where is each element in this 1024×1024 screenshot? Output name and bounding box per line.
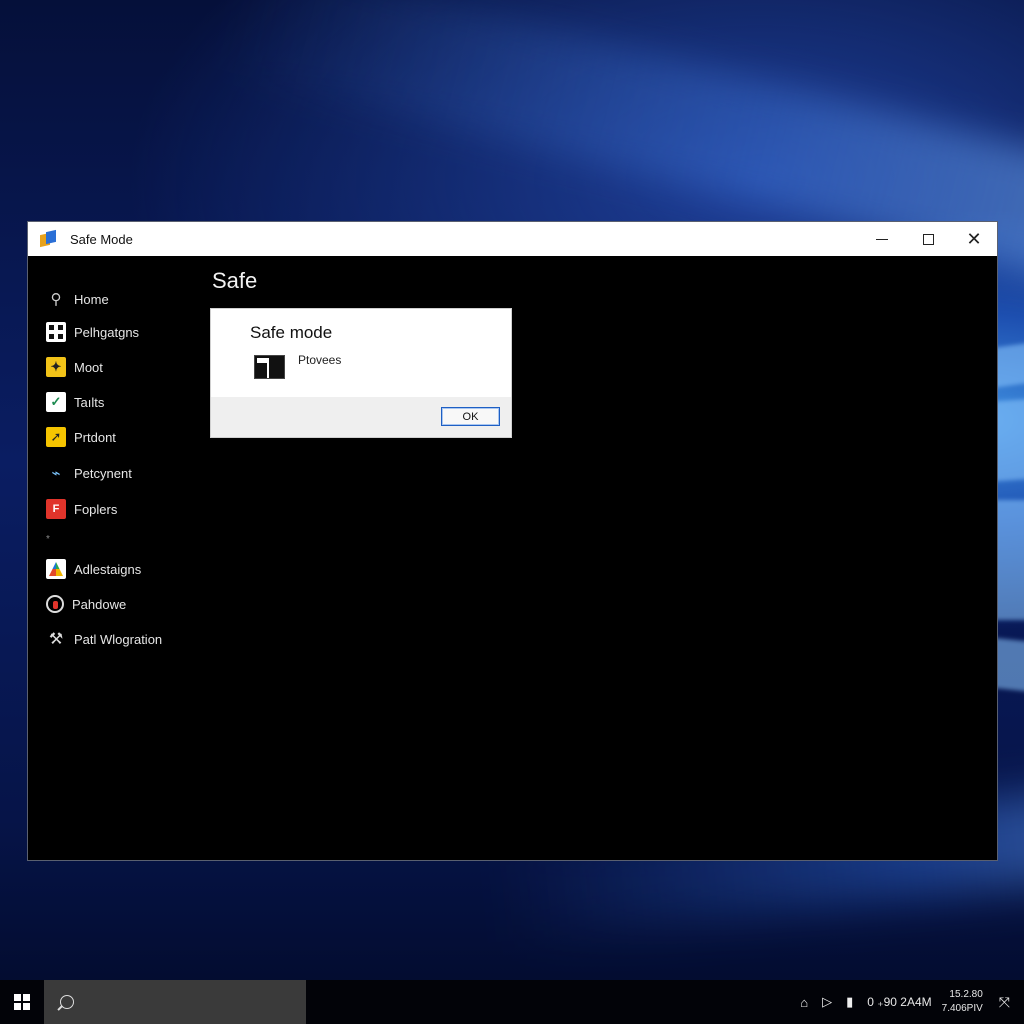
search-icon xyxy=(60,995,74,1009)
sidebar-item-4[interactable]: ➚ Prtdont xyxy=(46,426,116,448)
dialog-title: Safe mode xyxy=(250,323,333,342)
dialog-footer: OK xyxy=(211,397,511,437)
flag-icon[interactable]: ▷ xyxy=(822,994,832,1010)
network-icon[interactable]: ⌂ xyxy=(800,995,808,1010)
ok-button[interactable]: OK xyxy=(441,407,500,426)
safe-mode-dialog: Safe mode Ptovees OK xyxy=(210,308,512,438)
sidebar-divider: * xyxy=(46,534,50,545)
sidebar-item-home[interactable]: ⚲ Home xyxy=(46,288,109,310)
sidebar-item-1[interactable]: Pelhgatgns xyxy=(46,321,139,343)
sidebar-item-label: Adlestaigns xyxy=(74,561,142,577)
sidebar-item-6[interactable]: F Foplers xyxy=(46,498,117,520)
window-icon xyxy=(254,355,285,379)
sidebar-item-label: Patl Wlogration xyxy=(74,631,163,647)
clock-line-1: 15.2.80 xyxy=(949,989,983,1000)
sidebar-item-label: Home xyxy=(74,291,109,307)
clock[interactable]: 15.2.80 7.406PIV xyxy=(942,988,983,1016)
maximize-icon xyxy=(922,233,934,245)
app-icon xyxy=(40,229,56,248)
battery-icon[interactable]: ▮ xyxy=(846,994,853,1010)
sidebar-item-label: Prtdont xyxy=(74,429,116,445)
window-title: Safe Mode xyxy=(70,231,133,247)
clock-line-2: 7.406PIV xyxy=(941,1003,983,1014)
tray-time: 0 ₊90 2A4M xyxy=(867,995,932,1009)
notification-icon[interactable]: ⤧ xyxy=(999,994,1010,1011)
sidebar-item-9[interactable]: ⚒ Patl Wlogration xyxy=(46,628,162,650)
start-button[interactable] xyxy=(0,980,44,1024)
device-icon: ⌁ xyxy=(51,465,61,482)
sidebar-item-label: Moot xyxy=(74,359,103,375)
yellow-arrow-icon: ➚ xyxy=(46,427,66,447)
system-tray: ⌂ ▷ ▮ 0 ₊90 2A4M 15.2.80 7.406PIV ⤧ xyxy=(800,980,1024,1024)
sidebar-item-label: Pahdowe xyxy=(72,596,127,612)
grid-icon xyxy=(46,322,66,342)
sidebar-item-2[interactable]: ✦ Moot xyxy=(46,356,103,378)
red-app-icon: F xyxy=(46,499,66,519)
page-title: Safe xyxy=(212,268,258,293)
minimize-button[interactable] xyxy=(859,222,905,256)
sidebar-item-label: Pelhgatgns xyxy=(74,324,140,340)
multicolor-icon xyxy=(46,559,66,579)
sidebar-item-label: Foplers xyxy=(74,501,118,517)
safe-mode-window: Safe Mode ✕ ⚲ Home Pelhgatgns ✦ Moot ✓ T… xyxy=(27,221,998,861)
taskbar-search[interactable] xyxy=(44,980,306,1024)
close-button[interactable]: ✕ xyxy=(951,222,997,256)
circle-icon xyxy=(46,595,64,613)
sidebar-item-label: Taılts xyxy=(74,394,105,410)
title-bar[interactable]: Safe Mode ✕ xyxy=(28,222,997,256)
window-controls: ✕ xyxy=(859,222,997,256)
check-app-icon: ✓ xyxy=(46,392,66,412)
sidebar-item-3[interactable]: ✓ Taılts xyxy=(46,391,104,413)
taskbar: ⌂ ▷ ▮ 0 ₊90 2A4M 15.2.80 7.406PIV ⤧ xyxy=(0,980,1024,1024)
dialog-message: Ptovees xyxy=(298,353,342,367)
sidebar-item-7[interactable]: Adlestaigns xyxy=(46,558,141,580)
windows-logo-icon xyxy=(14,994,30,1010)
close-icon: ✕ xyxy=(966,229,982,249)
maximize-button[interactable] xyxy=(905,222,951,256)
sidebar-item-8[interactable]: Pahdowe xyxy=(46,593,126,615)
tools-icon: ⚒ xyxy=(48,631,64,648)
yellow-app-icon: ✦ xyxy=(46,357,66,377)
home-icon: ⚲ xyxy=(50,291,62,308)
minimize-icon xyxy=(876,238,888,240)
sidebar-item-5[interactable]: ⌁ Petcynent xyxy=(46,462,132,484)
sidebar: ⚲ Home Pelhgatgns ✦ Moot ✓ Taılts ➚ Prtd… xyxy=(28,256,208,860)
sidebar-item-label: Petcynent xyxy=(74,465,132,481)
